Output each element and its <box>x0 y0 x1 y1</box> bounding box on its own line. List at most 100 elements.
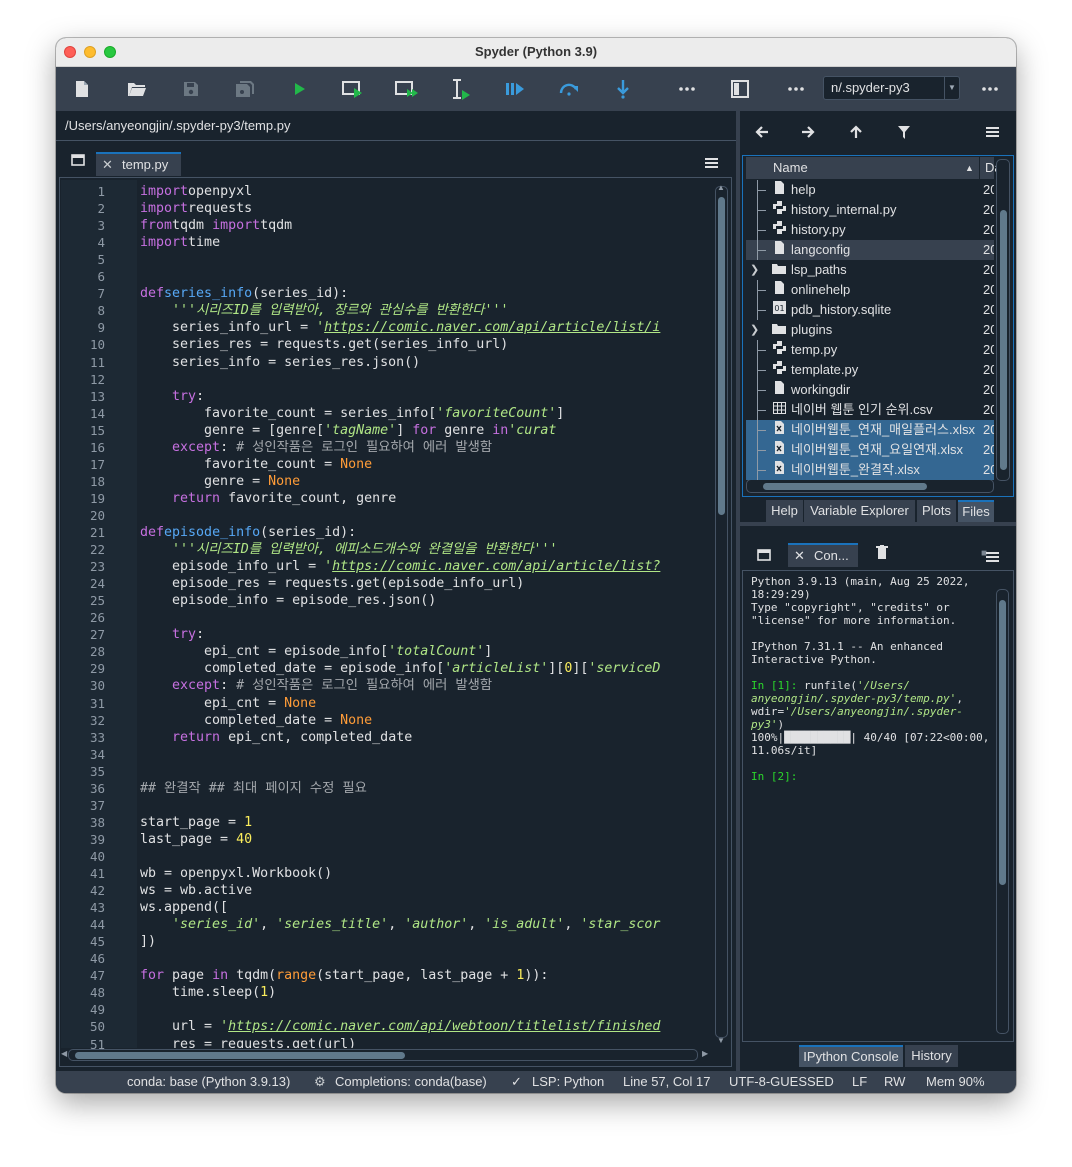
code-line: ]) <box>140 934 157 949</box>
file-list-item[interactable]: 네이버웹툰_연재_요일연재.xlsx 20 <box>746 440 994 460</box>
tab-temp-py[interactable]: ✕ temp.py <box>96 152 181 176</box>
editor-menu-icon[interactable] <box>705 155 718 173</box>
line-number: 42 <box>89 883 105 898</box>
maximize-pane-icon[interactable] <box>726 75 754 103</box>
scrollbar-thumb[interactable] <box>763 483 927 490</box>
file-list-item[interactable]: 네이버 웹툰 인기 순위.csv 20 <box>746 400 994 420</box>
tab-help[interactable]: Help <box>766 500 803 522</box>
files-horizontal-scrollbar[interactable] <box>746 479 994 493</box>
file-list-item[interactable]: 01 pdb_history.sqlite 20 <box>746 300 994 320</box>
code-line: series_info_url = 'https://comic.naver.c… <box>140 320 661 335</box>
code-editor[interactable]: importopenpyxl importrequests fromtqdm imp… <box>138 180 689 1048</box>
scroll-right-icon[interactable]: ▶ <box>702 1049 708 1058</box>
save-all-icon[interactable] <box>231 75 259 103</box>
status-permissions: RW <box>884 1074 906 1089</box>
save-icon[interactable] <box>177 75 205 103</box>
excel-icon <box>771 460 787 480</box>
file-list-item[interactable]: langconfig 20 <box>746 240 994 260</box>
file-list-item[interactable]: temp.py 20 <box>746 340 994 360</box>
open-folder-icon[interactable] <box>123 75 151 103</box>
code-line: favorite_count = None <box>140 457 373 472</box>
more-options-icon-3[interactable] <box>976 75 1004 103</box>
working-directory-combo[interactable]: n/.spyder-py3 ▼ <box>823 76 960 100</box>
run-cell-icon[interactable] <box>339 75 367 103</box>
console-line: 11.06s/it] <box>751 744 818 757</box>
scrollbar-thumb[interactable] <box>75 1052 405 1059</box>
column-header-name[interactable]: Name <box>773 157 808 179</box>
close-tab-icon[interactable]: ✕ <box>102 154 113 176</box>
line-number: 20 <box>89 508 105 523</box>
step-over-icon[interactable] <box>555 75 583 103</box>
browse-tabs-icon[interactable] <box>71 153 85 171</box>
run-selection-icon[interactable] <box>447 75 475 103</box>
files-menu-icon[interactable] <box>978 118 1006 146</box>
close-tab-icon[interactable]: ✕ <box>794 545 805 567</box>
status-env[interactable]: conda: base (Python 3.9.13) <box>127 1071 290 1093</box>
line-number: 7 <box>97 286 105 301</box>
run-cell-advance-icon[interactable] <box>393 75 421 103</box>
file-list-item[interactable]: template.py 20 <box>746 360 994 380</box>
scrollbar-thumb[interactable] <box>718 197 725 515</box>
file-list-item[interactable]: history.py 20 <box>746 220 994 240</box>
status-position: Line 57, Col 17 <box>623 1074 711 1089</box>
file-list-item[interactable]: 네이버웹툰_완결작.xlsx 20 <box>746 460 994 480</box>
file-list-item[interactable]: onlinehelp 20 <box>746 280 994 300</box>
svg-text:01: 01 <box>774 304 784 313</box>
file-list-item[interactable]: workingdir 20 <box>746 380 994 400</box>
file-list-item[interactable]: ❯ plugins 20 <box>746 320 994 340</box>
browse-tabs-icon[interactable] <box>757 548 771 566</box>
code-line: start_page = 1 <box>140 815 253 830</box>
line-number: 50 <box>89 1019 105 1034</box>
line-number: 16 <box>89 440 105 455</box>
tab-console[interactable]: ✕ Con... <box>788 543 858 567</box>
back-arrow-icon[interactable] <box>748 118 776 146</box>
file-explorer[interactable]: Name ▲ Da help 20 history_internal.py 20 his… <box>742 155 1014 497</box>
scrollbar-thumb[interactable] <box>999 600 1006 885</box>
line-number: 1 <box>97 184 105 199</box>
more-options-icon[interactable] <box>673 75 701 103</box>
editor-horizontal-scrollbar[interactable] <box>68 1049 698 1061</box>
more-options-icon-2[interactable] <box>782 75 810 103</box>
tab-files[interactable]: Files <box>958 500 994 522</box>
line-number: 26 <box>89 610 105 625</box>
chevron-down-icon[interactable]: ▼ <box>944 77 959 99</box>
file-list-item[interactable]: ❯ lsp_paths 20 <box>746 260 994 280</box>
run-icon[interactable] <box>285 75 313 103</box>
parent-dir-arrow-icon[interactable] <box>842 118 870 146</box>
code-line: except: # 성인작품은 로그인 필요하여 에러 발생함 <box>172 440 493 455</box>
scroll-left-icon[interactable]: ◀ <box>61 1049 67 1058</box>
chevron-right-icon[interactable]: ❯ <box>750 320 759 340</box>
pane-splitter[interactable] <box>736 111 740 1071</box>
status-lsp[interactable]: LSP: Python <box>532 1071 604 1093</box>
new-file-icon[interactable] <box>68 75 96 103</box>
line-number: 39 <box>89 832 105 847</box>
file-list-item[interactable]: history_internal.py 20 <box>746 200 994 220</box>
title-bar: Spyder (Python 3.9) <box>56 38 1016 67</box>
editor-vertical-scrollbar[interactable] <box>715 186 728 1038</box>
tab-plots[interactable]: Plots <box>917 500 956 522</box>
line-number: 6 <box>97 269 105 284</box>
debug-icon[interactable] <box>501 75 529 103</box>
tab-ipython-console[interactable]: IPython Console <box>799 1045 903 1067</box>
file-list-item[interactable]: 네이버웹툰_연재_매일플러스.xlsx 20 <box>746 420 994 440</box>
chevron-right-icon[interactable]: ❯ <box>750 260 759 280</box>
clear-console-icon[interactable] <box>876 545 888 564</box>
file-list-item[interactable]: help 20 <box>746 180 994 200</box>
code-line: epi_cnt = episode_info['totalCount'] <box>140 644 493 659</box>
tree-branch <box>757 290 766 291</box>
scrollbar-thumb[interactable] <box>1000 210 1007 470</box>
tab-history[interactable]: History <box>905 1045 958 1067</box>
file-list-header: Name ▲ Da <box>746 157 1002 179</box>
forward-arrow-icon[interactable] <box>794 118 822 146</box>
status-completions[interactable]: Completions: conda(base) <box>335 1071 487 1093</box>
horizontal-splitter[interactable] <box>740 522 1016 526</box>
ipython-console[interactable]: Python 3.9.13 (main, Aug 25 2022, 18:29:2… <box>742 570 1014 1042</box>
scroll-down-icon[interactable]: ▼ <box>717 1036 725 1045</box>
console-menu-icon[interactable] <box>986 549 999 567</box>
files-vertical-scrollbar[interactable] <box>996 159 1010 481</box>
console-vertical-scrollbar[interactable] <box>996 589 1009 1034</box>
tab-variable-explorer[interactable]: Variable Explorer <box>804 500 915 522</box>
filter-icon[interactable] <box>890 118 918 146</box>
step-into-icon[interactable] <box>609 75 637 103</box>
scroll-up-icon[interactable]: ▲ <box>717 183 725 192</box>
